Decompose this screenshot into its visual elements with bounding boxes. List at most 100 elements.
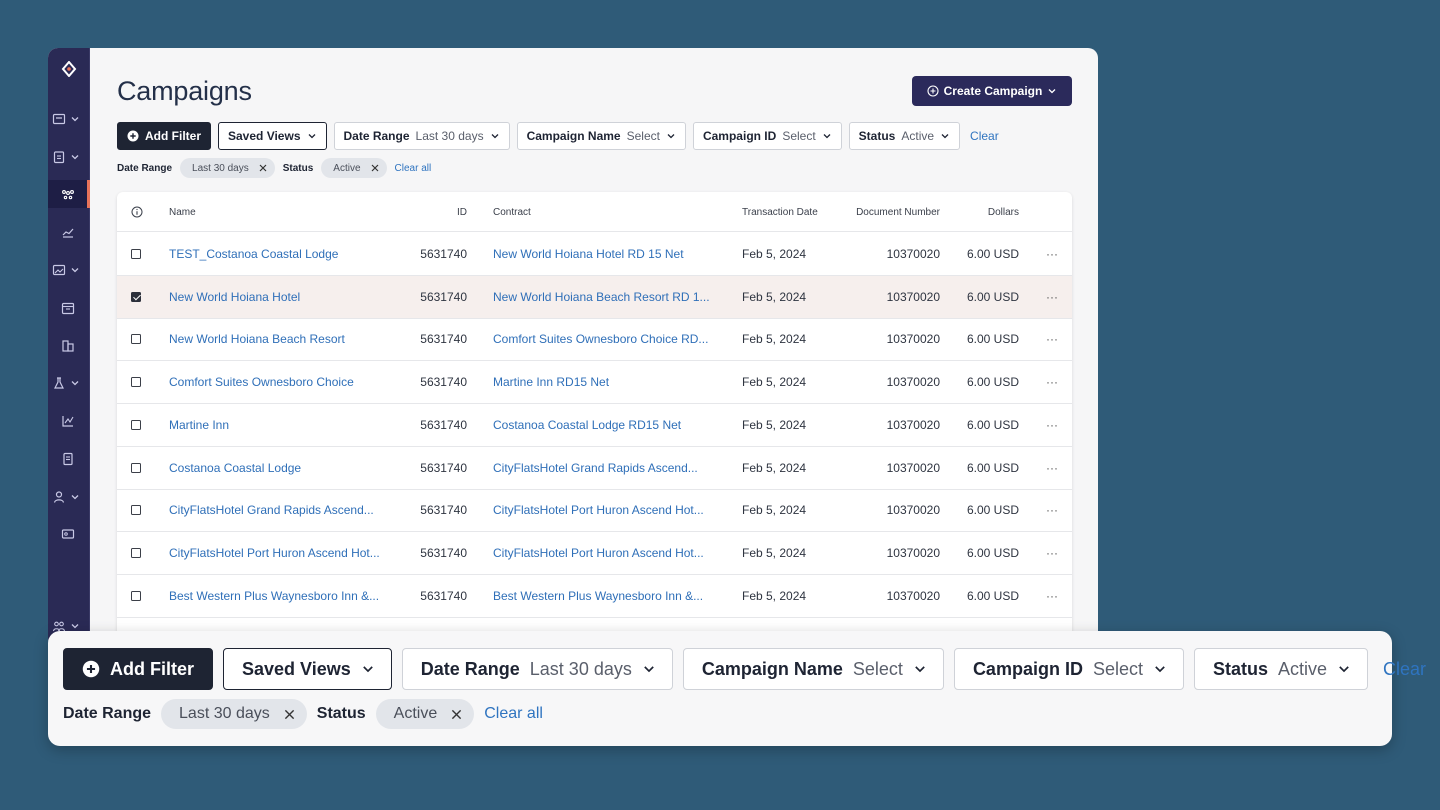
more-actions-button[interactable]: ···	[1043, 404, 1061, 446]
campaign-name-link[interactable]: Costanoa Coastal Lodge	[169, 447, 394, 489]
row-checkbox[interactable]	[131, 419, 141, 430]
table-row[interactable]: TEST_Costanoa Coastal Lodge 5631740 New Wo…	[117, 233, 1072, 276]
campaign-name-link[interactable]: Martine Inn	[169, 404, 394, 446]
campaign-name-link[interactable]: TEST_Costanoa Coastal Lodge	[169, 233, 394, 275]
campaign-id: 5631740	[420, 545, 467, 560]
saved-views-dropdown[interactable]: Saved Views	[223, 648, 392, 690]
row-checkbox[interactable]	[131, 505, 141, 516]
add-filter-button[interactable]: Add Filter	[117, 122, 211, 150]
plus-circle-icon	[82, 660, 100, 678]
column-header-contract[interactable]: Contract	[493, 192, 723, 232]
date-range-chip-label: Last 30 days	[192, 162, 249, 174]
contract-link[interactable]: CityFlatsHotel Grand Rapids Ascend...	[493, 447, 723, 489]
sidebar-item-users[interactable]	[48, 483, 90, 511]
document-number: 10370020	[886, 289, 940, 304]
more-actions-button[interactable]: ···	[1043, 575, 1061, 617]
saved-views-dropdown[interactable]: Saved Views	[218, 122, 327, 150]
table-row[interactable]: New World Hoiana Beach Resort 5631740 Comf…	[117, 318, 1072, 362]
column-header-transaction-date[interactable]: Transaction Date	[742, 192, 842, 232]
close-icon[interactable]	[259, 164, 267, 172]
sidebar-item-id-cards[interactable]	[48, 520, 90, 548]
saved-views-label: Saved Views	[228, 129, 301, 143]
row-checkbox-cell	[131, 489, 143, 531]
campaign-name-select[interactable]: Campaign Name Select	[516, 122, 686, 150]
contract-link[interactable]: CityFlatsHotel Port Huron Ascend Hot...	[493, 489, 723, 531]
dollars: 6.00 USD	[966, 503, 1019, 518]
row-checkbox[interactable]	[131, 377, 141, 388]
table-row[interactable]: Comfort Suites Ownesboro Choice 5631740 Ma…	[117, 361, 1072, 405]
contract-link[interactable]: CityFlatsHotel Port Huron Ascend Hot...	[493, 532, 723, 574]
more-actions-button[interactable]: ···	[1043, 361, 1061, 403]
row-checkbox[interactable]	[131, 462, 141, 473]
column-header-document-number[interactable]: Document Number	[850, 192, 940, 232]
campaign-id-label: Campaign ID	[702, 129, 777, 143]
sidebar-item-calendar[interactable]	[48, 294, 90, 322]
row-checkbox[interactable]	[131, 334, 141, 345]
sidebar-item-network[interactable]	[48, 180, 90, 208]
table-row[interactable]: Martine Inn 5631740 Costanoa Coastal Lodge…	[117, 404, 1072, 447]
contract-link[interactable]: Best Western Plus Waynesboro Inn &...	[493, 575, 723, 617]
table-row[interactable]: Costanoa Coastal Lodge 5631740 CityFlatsHo…	[117, 447, 1072, 490]
sidebar-item-inbox[interactable]	[48, 105, 90, 133]
status-select[interactable]: Status Active	[1193, 648, 1369, 690]
contract-link[interactable]: Comfort Suites Ownesboro Choice RD...	[493, 318, 723, 360]
campaign-id-select[interactable]: Campaign ID Select	[692, 122, 842, 150]
zoomed-filter-panel: Add Filter Saved Views Date Range Last 3…	[48, 631, 1426, 746]
contract-link[interactable]: New World Hoiana Beach Resort RD 1...	[493, 276, 723, 318]
row-checkbox[interactable]	[131, 590, 141, 601]
clear-all-link[interactable]: Clear all	[395, 163, 432, 174]
more-actions-button[interactable]: ···	[1043, 489, 1061, 531]
row-checkbox[interactable]	[131, 547, 141, 558]
sidebar-item-analytics[interactable]	[48, 407, 90, 435]
campaign-name-link[interactable]: CityFlatsHotel Grand Rapids Ascend...	[169, 489, 394, 531]
clear-filters-link[interactable]: Clear	[970, 129, 999, 143]
campaign-name-link[interactable]: CityFlatsHotel Port Huron Ascend Hot...	[169, 532, 394, 574]
close-icon[interactable]	[451, 709, 462, 720]
column-header-id[interactable]: ID	[377, 192, 467, 232]
sidebar-item-lab[interactable]	[48, 369, 90, 397]
network-icon	[62, 190, 74, 200]
contract-link[interactable]: Martine Inn RD15 Net	[493, 361, 723, 403]
more-actions-button[interactable]: ···	[1043, 447, 1061, 489]
table-row[interactable]: Best Western Plus Waynesboro Inn &... 563…	[117, 575, 1072, 618]
sidebar-item-buildings[interactable]	[48, 332, 90, 360]
more-actions-button[interactable]: ···	[1043, 532, 1061, 574]
row-checkbox-cell	[131, 404, 143, 446]
contract-link[interactable]: New World Hoiana Hotel RD 15 Net	[493, 233, 723, 275]
more-actions-button[interactable]: ···	[1043, 318, 1061, 360]
campaign-name-link[interactable]: Best Western Plus Waynesboro Inn &...	[169, 575, 394, 617]
campaign-id-select[interactable]: Campaign ID Select	[953, 648, 1184, 690]
row-checkbox[interactable]	[131, 249, 141, 259]
row-checkbox[interactable]	[131, 291, 141, 302]
column-header-dollars[interactable]: Dollars	[947, 192, 1019, 232]
contract-link[interactable]: Costanoa Coastal Lodge RD15 Net	[493, 404, 723, 446]
sidebar-item-clipboard[interactable]	[48, 143, 90, 171]
sidebar-item-documents[interactable]	[48, 445, 90, 473]
add-filter-label: Add Filter	[145, 129, 201, 143]
add-filter-button[interactable]: Add Filter	[63, 648, 213, 690]
sidebar-item-media[interactable]	[48, 256, 90, 284]
campaign-name-link[interactable]: Comfort Suites Ownesboro Choice	[169, 361, 394, 403]
more-actions-button[interactable]: ···	[1043, 233, 1061, 275]
column-header-name[interactable]: Name	[169, 192, 394, 232]
clipboard-icon	[53, 151, 65, 164]
create-campaign-button[interactable]: Create Campaign	[912, 76, 1072, 106]
date-range-select[interactable]: Date Range Last 30 days	[333, 122, 510, 150]
more-actions-button[interactable]: ···	[1043, 276, 1061, 318]
close-icon[interactable]	[371, 164, 379, 172]
close-icon[interactable]	[284, 709, 295, 720]
info-icon[interactable]	[131, 206, 143, 218]
campaign-id: 5631740	[420, 289, 467, 304]
campaign-name-select[interactable]: Campaign Name Select	[682, 648, 944, 690]
logo-icon[interactable]	[61, 61, 77, 77]
status-select[interactable]: Status Active	[848, 122, 961, 150]
sidebar-item-trends[interactable]	[48, 218, 90, 246]
table-row[interactable]: New World Hoiana Hotel 5631740 New World H…	[117, 275, 1072, 319]
table-row[interactable]: CityFlatsHotel Port Huron Ascend Hot... 5…	[117, 532, 1072, 575]
campaign-name-link[interactable]: New World Hoiana Hotel	[169, 276, 394, 318]
clear-all-link[interactable]: Clear all	[484, 705, 543, 723]
table-row[interactable]: CityFlatsHotel Grand Rapids Ascend... 563…	[117, 489, 1072, 533]
campaign-name-link[interactable]: New World Hoiana Beach Resort	[169, 318, 394, 360]
clear-filters-link[interactable]: Clear	[1383, 659, 1426, 680]
date-range-select[interactable]: Date Range Last 30 days	[401, 648, 673, 690]
